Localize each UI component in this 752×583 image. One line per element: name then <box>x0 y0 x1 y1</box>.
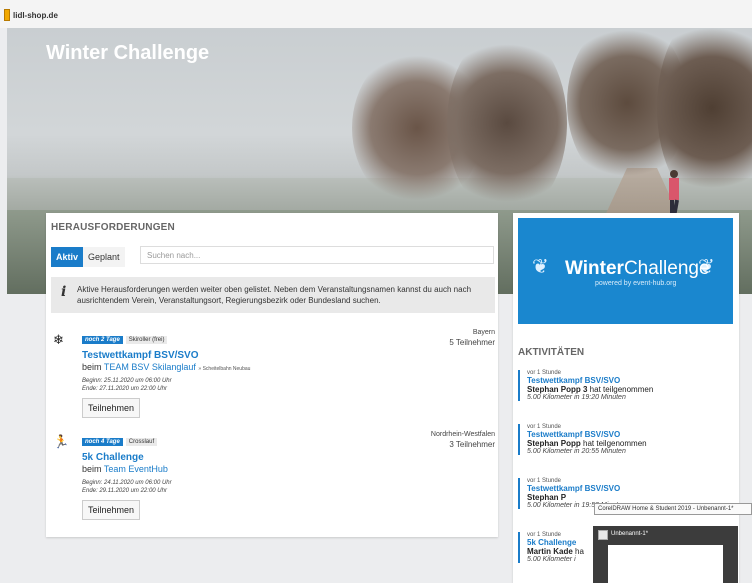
team-link[interactable]: TEAM BSV Skilanglauf <box>104 362 196 372</box>
activity-event-link[interactable]: Testwettkampf BSV/SVO <box>527 484 742 493</box>
banner-title-bold: Winter <box>565 258 624 279</box>
challenge-dates: Beginn: 24.11.2020 um 06:00 Uhr Ende: 29… <box>82 479 172 495</box>
challenge-meta: Nordrhein-Westfalen 3 Teilnehmer <box>431 430 495 450</box>
activity-person: Stephan Popp 3 hat teilgenommen <box>527 385 742 394</box>
beim-label: beim <box>82 464 102 474</box>
info-text: Aktive Herausforderungen werden weiter o… <box>77 285 472 305</box>
banner-title: WinterChallenge <box>565 258 710 280</box>
activity-event-link[interactable]: Testwettkampf BSV/SVO <box>527 430 742 439</box>
end-date: Ende: 29.11.2020 um 22:00 Uhr <box>82 488 167 494</box>
team-link[interactable]: Team EventHub <box>104 464 168 474</box>
challenges-panel: HERAUSFORDERUNGEN Aktiv Geplant Suchen n… <box>46 213 498 537</box>
region-text: Bayern <box>472 329 495 336</box>
beim-label: beim <box>82 362 102 372</box>
activities-heading: AKTIVITÄTEN <box>518 347 585 358</box>
challenge-name[interactable]: Testwettkampf BSV/SVO <box>82 350 250 361</box>
tree-shape <box>447 28 567 218</box>
favicon-icon <box>4 9 10 21</box>
join-button[interactable]: Teilnehmen <box>82 398 141 418</box>
participants-count: 3 Teilnehmer <box>449 440 495 449</box>
challenge-name[interactable]: 5k Challenge <box>82 452 172 463</box>
runner-icon: 🏃 <box>53 434 70 449</box>
info-box: i Aktive Herausforderungen werden weiter… <box>51 277 495 313</box>
browser-bar: lidl-shop.de <box>0 0 752 28</box>
challenge-meta: Bayern 5 Teilnehmer <box>449 328 495 348</box>
banner-title-rest: Challenge <box>623 258 710 279</box>
join-button[interactable]: Teilnehmen <box>82 500 141 520</box>
leaf-icon: ❦ <box>532 256 549 278</box>
activity-person: Stephan P <box>527 493 742 502</box>
challenge-body: noch 2 Tage Skiroller (frei) Testwettkamp… <box>82 328 250 418</box>
activity-action: ha <box>572 547 584 556</box>
location-text: » Scheitelbahn Neubau <box>198 366 251 372</box>
activity-action: hat teilgenommen <box>580 439 647 448</box>
sport-tag: Crosslauf <box>125 438 158 446</box>
challenge-tabs: Aktiv Geplant <box>51 247 125 267</box>
activity-event-link[interactable]: Testwettkampf BSV/SVO <box>527 376 742 385</box>
challenge-host: beim Team EventHub <box>82 464 172 474</box>
activity-person: Stephan Popp hat teilgenommen <box>527 439 742 448</box>
preview-title: Unbenannt-1* <box>611 531 649 537</box>
banner-powered: powered by event-hub.org <box>595 280 677 287</box>
begin-date: Beginn: 25.11.2020 um 06:00 Uhr <box>82 378 172 384</box>
activity-item: vor 1 Stunde Testwettkampf BSV/SVO Steph… <box>518 424 742 455</box>
time-badge: noch 4 Tage <box>82 438 123 446</box>
end-date: Ende: 27.11.2020 um 22:00 Uhr <box>82 386 167 392</box>
time-badge: noch 2 Tage <box>82 336 123 344</box>
page-title: Winter Challenge <box>46 42 210 64</box>
activity-item: vor 1 Stunde Testwettkampf BSV/SVO Steph… <box>518 370 742 401</box>
winter-challenge-banner[interactable]: ❦ ❦ WinterChallenge powered by event-hub… <box>518 218 733 324</box>
person-name: Martin Kade <box>527 547 573 556</box>
activity-action: hat teilgenommen <box>587 385 654 394</box>
tab-geplant[interactable]: Geplant <box>83 247 125 267</box>
tab-aktiv[interactable]: Aktiv <box>51 247 84 267</box>
search-input[interactable]: Suchen nach... <box>140 246 494 264</box>
browser-tab[interactable]: lidl-shop.de <box>4 9 58 21</box>
challenge-item: 🏃 noch 4 Tage Crosslauf 5k Challenge beim… <box>51 430 495 520</box>
tab-title: lidl-shop.de <box>13 10 58 20</box>
participants-count: 5 Teilnehmer <box>449 338 495 347</box>
sport-tag: Skiroller (frei) <box>125 336 168 344</box>
person-name: Stephan P <box>527 493 567 502</box>
app-icon <box>598 530 608 540</box>
challenge-dates: Beginn: 25.11.2020 um 06:00 Uhr Ende: 27… <box>82 377 250 393</box>
taskbar-tooltip: CorelDRAW Home & Student 2019 - Unbenann… <box>594 503 752 515</box>
activity-result: 5.00 Kilometer in 20:55 Minuten <box>527 448 626 455</box>
snowflake-icon: ❄ <box>53 332 64 347</box>
person-name: Stephan Popp <box>527 439 581 448</box>
person-name: Stephan Popp 3 <box>527 385 588 394</box>
region-text: Nordrhein-Westfalen <box>430 431 495 438</box>
challenges-heading: HERAUSFORDERUNGEN <box>51 222 175 233</box>
challenge-item: ❄ noch 2 Tage Skiroller (frei) Testwettka… <box>51 328 495 418</box>
activity-result: 5.00 Kilometer in 19:20 Minuten <box>527 394 626 401</box>
taskbar-preview-window[interactable]: Unbenannt-1* <box>593 526 738 583</box>
challenge-host: beim TEAM BSV Skilanglauf » Scheitelbahn… <box>82 362 250 372</box>
challenge-body: noch 4 Tage Crosslauf 5k Challenge beim T… <box>82 430 172 520</box>
preview-thumbnail <box>608 545 723 583</box>
info-icon: i <box>61 284 67 300</box>
begin-date: Beginn: 24.11.2020 um 06:00 Uhr <box>82 480 172 486</box>
